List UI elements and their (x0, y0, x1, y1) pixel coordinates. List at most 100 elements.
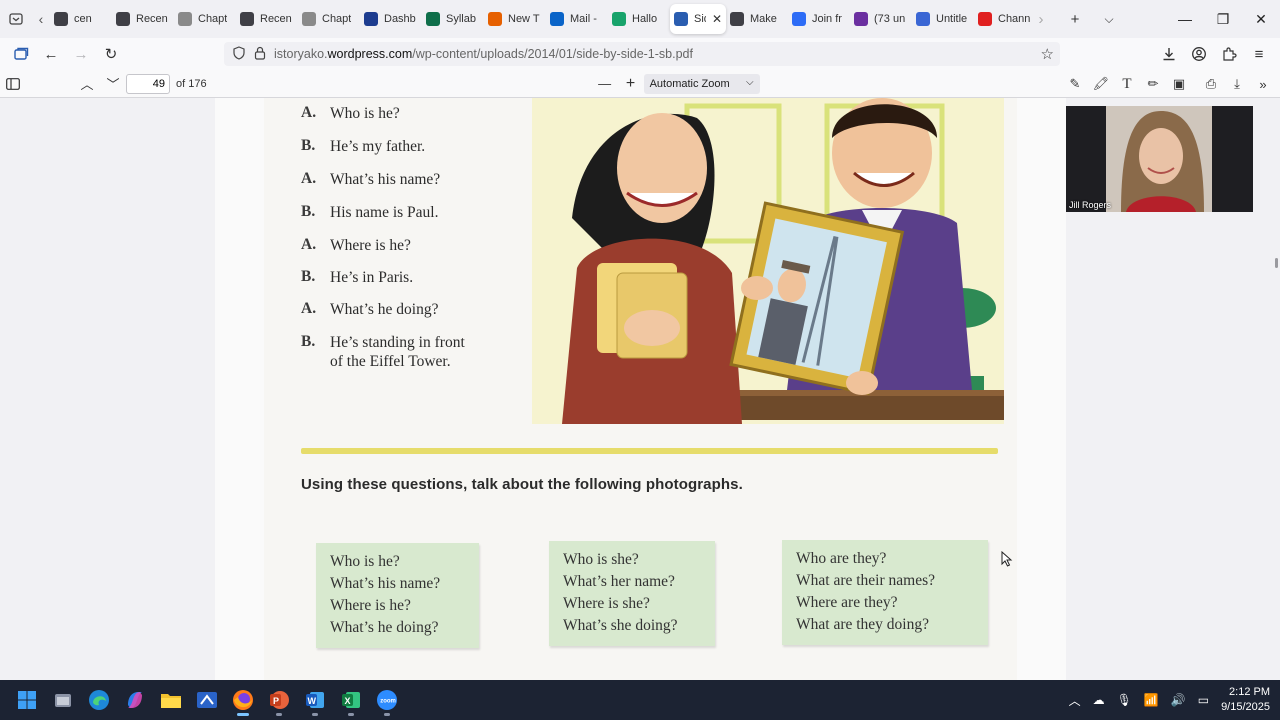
app-menu-button[interactable]: ≡ (1244, 39, 1274, 69)
tab-label: cen (74, 13, 92, 25)
reload-button[interactable]: ↻ (96, 39, 126, 69)
firefox-icon (488, 12, 502, 26)
downloads-button[interactable] (1154, 39, 1184, 69)
close-tab-icon[interactable]: ✕ (712, 12, 722, 26)
firefox-view-button[interactable] (6, 39, 36, 69)
svg-text:P: P (273, 696, 279, 706)
excel-icon: X (342, 692, 360, 708)
vertical-scrollbar[interactable] (1275, 258, 1278, 268)
url-text[interactable]: istoryako.wordpress.com/wp-content/uploa… (274, 47, 693, 61)
lock-icon[interactable] (254, 46, 266, 63)
tab-scroll-right-button[interactable]: › (1024, 0, 1058, 38)
pen-icon: ✏ (1147, 76, 1159, 91)
microphone-icon[interactable]: 🎙 (1117, 693, 1132, 707)
previous-page-button[interactable]: ︿ (74, 71, 100, 97)
extensions-button[interactable] (1214, 39, 1244, 69)
tab-label: Sid (694, 13, 706, 25)
list-all-tabs-button[interactable]: ⌵ (1092, 0, 1126, 38)
browser-tab[interactable]: Untitle (912, 4, 974, 34)
taskbar-zoom[interactable]: zoom (369, 682, 405, 718)
taskbar-task-view[interactable] (45, 682, 81, 718)
browser-tab[interactable]: Chapt (298, 4, 360, 34)
close-window-button[interactable]: ✕ (1242, 0, 1280, 38)
save-button[interactable]: ⤓ (1224, 71, 1250, 97)
svg-text:X: X (345, 696, 351, 706)
browser-tab[interactable]: Recen (112, 4, 174, 34)
page-number-input[interactable] (126, 73, 170, 94)
browser-tab[interactable]: Syllab (422, 4, 484, 34)
new-tab-button[interactable]: + (1058, 0, 1092, 38)
speaker-label: B. (301, 137, 316, 154)
video-participant-tile[interactable]: Jill Rogers (1066, 106, 1253, 212)
browser-tab[interactable]: Sid ✕ (670, 4, 726, 34)
url-bar[interactable]: istoryako.wordpress.com/wp-content/uploa… (224, 42, 1060, 66)
chevron-up-icon[interactable]: ︿ (1069, 692, 1081, 709)
tab-label: Dashb (384, 13, 416, 25)
chevron-down-icon: ﹀ (106, 77, 120, 92)
browser-tab[interactable]: Join fr (788, 4, 850, 34)
print-button[interactable]: ⎙ (1198, 71, 1224, 97)
taskbar-copilot[interactable] (117, 682, 153, 718)
toggle-sidebar-button[interactable] (0, 71, 26, 97)
wifi-icon[interactable]: 📶 (1144, 693, 1159, 707)
double-chevron-right-icon: » (1259, 76, 1267, 92)
account-button[interactable] (1184, 39, 1214, 69)
wordpress-icon (54, 12, 68, 26)
back-button[interactable]: ← (36, 39, 66, 69)
browser-tab[interactable]: cen (50, 4, 112, 34)
save-icon: ⤓ (1234, 76, 1240, 91)
browser-tab[interactable]: Mail - (546, 4, 608, 34)
browser-tab[interactable]: Make (726, 4, 788, 34)
puzzle-icon (1223, 47, 1237, 61)
onedrive-icon[interactable]: ☁ (1093, 693, 1105, 707)
forward-button[interactable]: → (66, 39, 96, 69)
arrow-left-icon: ← (43, 45, 59, 63)
speaker-icon[interactable]: 🔊 (1171, 693, 1186, 707)
clock[interactable]: 2:12 PM 9/15/2025 (1221, 685, 1270, 715)
question-line: Where are they? (796, 594, 898, 611)
browser-tab[interactable]: New T (484, 4, 546, 34)
taskbar-firefox[interactable] (225, 682, 261, 718)
zoom-icon: zoom (377, 690, 397, 710)
dotted-page-icon (178, 12, 192, 26)
draw-button[interactable]: ✏ (1140, 71, 1166, 97)
taskbar-excel[interactable]: X (333, 682, 369, 718)
taskbar-edge[interactable] (81, 682, 117, 718)
edit-pdf-button[interactable]: ✎ (1062, 71, 1088, 97)
taskbar-word[interactable]: W (297, 682, 333, 718)
next-page-button[interactable]: ﹀ (100, 71, 126, 97)
participant-video (1066, 106, 1253, 212)
taskbar-file-explorer[interactable] (153, 682, 189, 718)
tab-list-button[interactable] (0, 0, 32, 38)
taskbar-snipping-tool[interactable] (189, 682, 225, 718)
browser-tab[interactable]: Dashb (360, 4, 422, 34)
highlight-button[interactable]: 🖍 (1088, 71, 1114, 97)
participant-name: Jill Rogers (1069, 200, 1112, 210)
question-box: Who is she? What’s her name? Where is sh… (549, 541, 715, 646)
add-image-button[interactable]: ▣ (1166, 71, 1192, 97)
windows-start-icon (18, 691, 36, 709)
mail-icon (854, 12, 868, 26)
tools-menu-button[interactable]: » (1250, 71, 1276, 97)
browser-tab[interactable]: Recen (236, 4, 298, 34)
battery-icon[interactable]: ▭ (1198, 693, 1209, 707)
tab-strip-controls: › + ⌵ — ❐ ✕ (1024, 0, 1280, 38)
tracking-shield-icon[interactable] (232, 45, 246, 63)
minimize-button[interactable]: — (1166, 0, 1204, 38)
dialog-text-line-1: Who is he? (330, 105, 400, 122)
browser-tab[interactable]: (73 un (850, 4, 912, 34)
browser-tab[interactable]: Hallo (608, 4, 670, 34)
zoom-out-button[interactable]: — (592, 71, 618, 97)
bookmark-star-icon[interactable]: ☆ (1041, 45, 1054, 63)
restore-button[interactable]: ❐ (1204, 0, 1242, 38)
zoom-in-button[interactable]: + (618, 71, 644, 97)
zoom-select[interactable]: Automatic Zoom ⌵ (643, 73, 760, 94)
chevron-down-icon: ⌵ (746, 76, 754, 88)
browser-tab[interactable]: Chapt (174, 4, 236, 34)
reload-icon: ↻ (104, 46, 118, 63)
taskbar-powerpoint[interactable]: P (261, 682, 297, 718)
tab-scroll-left-button[interactable]: ‹ (32, 0, 50, 38)
text-button[interactable]: T (1114, 71, 1140, 97)
start-button[interactable] (9, 682, 45, 718)
question-line: Where is he? (330, 597, 411, 614)
